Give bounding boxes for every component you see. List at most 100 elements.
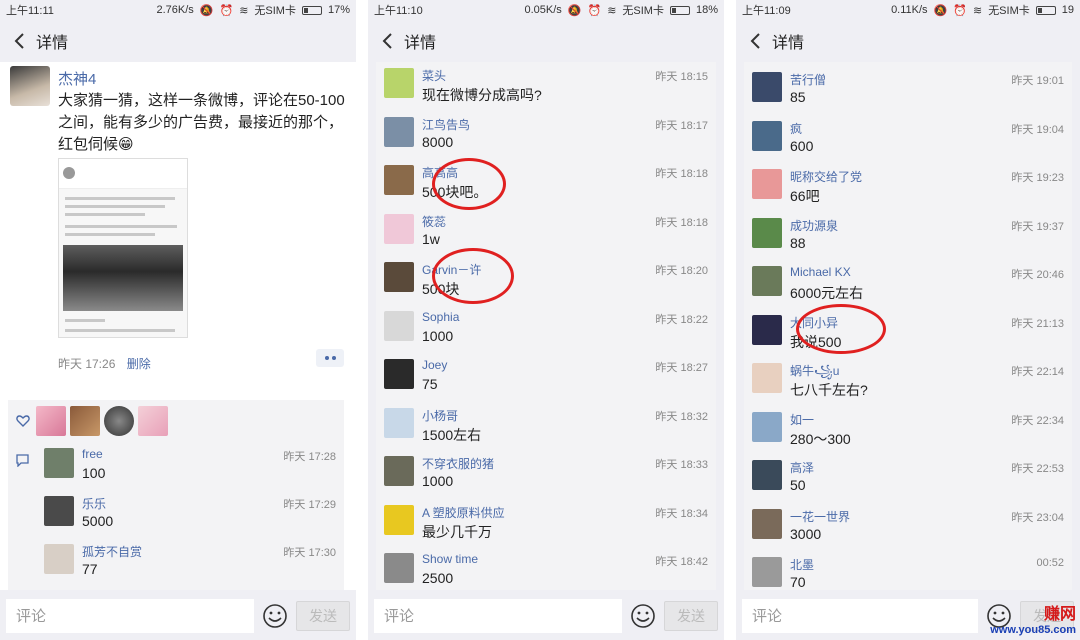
avatar[interactable] [752, 508, 782, 539]
comment-item[interactable]: 成功源泉 88 昨天 19:37 [744, 212, 1072, 261]
comment-username[interactable]: Sophia [422, 310, 459, 324]
comment-item[interactable]: 江鸟告鸟 8000 昨天 18:17 [376, 111, 716, 160]
comment-item[interactable]: 筱蕊 1w 昨天 18:18 [376, 208, 716, 257]
comment-username[interactable]: 如一 [790, 411, 814, 428]
back-icon[interactable] [376, 30, 398, 52]
avatar[interactable] [10, 66, 50, 106]
comment-item[interactable]: 昵称交给了党 66吧 昨天 19:23 [744, 163, 1072, 212]
avatar[interactable] [384, 553, 414, 583]
emoji-icon[interactable] [630, 603, 656, 629]
avatar[interactable] [384, 262, 414, 292]
comment-input[interactable] [374, 599, 622, 633]
emoji-icon[interactable] [262, 603, 288, 629]
avatar[interactable] [384, 504, 414, 535]
avatar[interactable] [384, 456, 414, 486]
comment-item[interactable]: A 塑胶原料供应 最少几千万 昨天 18:34 [376, 499, 716, 548]
comment-item[interactable]: 如一 280～300 昨天 22:34 [744, 406, 1072, 455]
comment-item[interactable]: 高高高 500块吧。 昨天 18:18 [376, 159, 716, 208]
comment-item[interactable]: Garvin－许 500块 昨天 18:20 [376, 256, 716, 305]
comment-time: 昨天 19:04 [1011, 123, 1064, 136]
comment-item[interactable]: Michael KX 6000元左右 昨天 20:46 [744, 260, 1072, 309]
comment-username[interactable]: 高高高 [422, 164, 458, 181]
comment-input[interactable] [742, 599, 978, 633]
comment-username[interactable]: 乐乐 [82, 495, 106, 512]
screenshot-panel-3: 上午11:09 0.11K/s 🔕 ⏰ ≋ 无SIM卡 19 详情 苦行僧 85 昨… [736, 0, 1080, 640]
comment-item[interactable]: 大同小异 我说500 昨天 21:13 [744, 309, 1072, 358]
comment-item[interactable]: 一花一世界 3000 昨天 23:04 [744, 503, 1072, 552]
sim-status: 无SIM卡 [254, 5, 296, 17]
avatar[interactable] [752, 460, 782, 490]
comment-username[interactable]: 高泽 [790, 459, 814, 476]
back-icon[interactable] [744, 30, 766, 52]
more-button[interactable] [316, 349, 344, 367]
avatar[interactable] [70, 406, 100, 436]
comment-item[interactable]: 北墨 70 00:52 [744, 551, 1072, 590]
post-username[interactable]: 杰神4 [58, 68, 96, 89]
comment-item[interactable]: 小杨哥 1500左右 昨天 18:32 [376, 402, 716, 451]
comment-item[interactable]: Sophia 1000 昨天 18:22 [376, 305, 716, 354]
avatar[interactable] [384, 310, 414, 341]
avatar[interactable] [44, 448, 74, 478]
avatar[interactable] [384, 359, 414, 389]
avatar[interactable] [44, 496, 74, 526]
comment-item[interactable]: 孤芳不自赏 77 昨天 17:30 [36, 538, 344, 586]
avatar[interactable] [44, 544, 74, 574]
comment-text: 75 [422, 376, 438, 392]
avatar[interactable] [36, 406, 66, 436]
comment-item[interactable]: 不穿衣服的猪 1000 昨天 18:33 [376, 450, 716, 499]
comment-username[interactable]: Garvin－许 [422, 261, 481, 278]
avatar[interactable] [752, 120, 782, 151]
avatar[interactable] [138, 406, 168, 436]
comment-text: 100 [82, 465, 106, 481]
comment-username[interactable]: 筱蕊 [422, 213, 446, 230]
comment-item[interactable]: 菜头 现在微博分成高吗? 昨天 18:15 [376, 62, 716, 111]
comment-username[interactable]: 菜头 [422, 67, 446, 84]
avatar[interactable] [384, 407, 414, 438]
comment-username[interactable]: 苦行僧 [790, 71, 826, 88]
avatar[interactable] [752, 411, 782, 442]
comment-username[interactable]: free [82, 447, 103, 461]
comment-username[interactable]: 成功源泉 [790, 217, 838, 234]
comment-username[interactable]: Show time [422, 552, 478, 566]
send-button[interactable]: 发送 [296, 601, 350, 631]
comment-username[interactable]: Joey [422, 358, 447, 372]
comment-item[interactable]: Joey 75 昨天 18:27 [376, 353, 716, 402]
comment-item[interactable]: 疯 600 昨天 19:04 [744, 115, 1072, 164]
avatar[interactable] [384, 165, 414, 195]
avatar[interactable] [752, 266, 782, 296]
avatar[interactable] [384, 68, 414, 98]
comment-item[interactable]: free 100 昨天 17:28 [36, 442, 344, 490]
comment-username[interactable]: 不穿衣服的猪 [422, 455, 494, 472]
comment-username[interactable]: 大同小异 [790, 314, 838, 331]
avatar[interactable] [752, 72, 782, 102]
comment-username[interactable]: 昵称交给了党 [790, 168, 862, 185]
avatar[interactable] [752, 314, 782, 345]
comment-username[interactable]: 江鸟告鸟 [422, 116, 470, 133]
comment-time: 昨天 18:18 [655, 216, 708, 229]
avatar[interactable] [752, 557, 782, 587]
comment-time: 昨天 17:30 [283, 547, 336, 559]
delete-button[interactable]: 删除 [127, 357, 151, 371]
comment-username[interactable]: 疯 [790, 120, 802, 137]
comment-username[interactable]: 小杨哥 [422, 407, 458, 424]
avatar[interactable] [104, 406, 134, 436]
comment-item[interactable]: 乐乐 5000 昨天 17:29 [36, 490, 344, 538]
comment-username[interactable]: A 塑胶原料供应 [422, 504, 505, 521]
avatar[interactable] [752, 363, 782, 393]
comment-item[interactable]: Show time 2500 昨天 18:42 [376, 547, 716, 590]
comment-item[interactable]: 高泽 50 昨天 22:53 [744, 454, 1072, 503]
comment-username[interactable]: 北墨 [790, 556, 814, 573]
avatar[interactable] [752, 217, 782, 248]
comment-username[interactable]: 一花一世界 [790, 508, 850, 525]
avatar[interactable] [752, 169, 782, 199]
comment-username[interactable]: 孤芳不自赏 [82, 543, 142, 560]
send-button[interactable]: 发送 [664, 601, 718, 631]
avatar[interactable] [384, 213, 414, 244]
comment-item[interactable]: 蜗牛꧁u 七八千左右? 昨天 22:14 [744, 357, 1072, 406]
back-icon[interactable] [8, 30, 30, 52]
avatar[interactable] [384, 116, 414, 147]
comment-item[interactable]: 苦行僧 85 昨天 19:01 [744, 66, 1072, 115]
comment-input[interactable] [6, 599, 254, 633]
post-image[interactable] [58, 158, 188, 338]
comment-username[interactable]: Michael KX [790, 265, 851, 279]
